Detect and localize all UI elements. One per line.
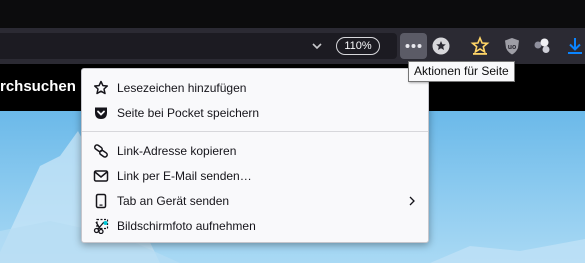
star-icon	[93, 80, 109, 95]
menu-item-email-link[interactable]: Link per E-Mail senden…	[82, 164, 428, 188]
chevron-right-icon	[409, 196, 415, 206]
page-actions-tooltip: Aktionen für Seite	[408, 61, 515, 82]
menu-item-take-screenshot[interactable]: Bildschirmfoto aufnehmen	[82, 214, 428, 238]
chevron-down-icon[interactable]	[309, 38, 325, 54]
menu-separator	[82, 131, 428, 132]
ellipsis-icon	[405, 44, 422, 48]
device-icon	[95, 193, 107, 209]
svg-text:uo: uo	[508, 44, 517, 51]
tab-strip	[0, 0, 585, 28]
link-icon	[94, 144, 108, 158]
bookmark-star-icon[interactable]	[432, 37, 450, 55]
page-heading: rchsuchen	[0, 78, 76, 95]
download-arrow-icon[interactable]	[565, 36, 585, 56]
zoom-level-button[interactable]: 110%	[336, 37, 380, 55]
menu-item-label: Link-Adresse kopieren	[117, 144, 237, 158]
menu-item-send-tab-to-device[interactable]: Tab an Gerät senden	[82, 189, 428, 213]
page-actions-menu: Lesezeichen hinzufügen Seite bei Pocket …	[81, 68, 429, 243]
ublock-shield-icon[interactable]: uo	[502, 36, 522, 56]
bookmarks-star-icon[interactable]	[470, 36, 490, 56]
menu-item-label: Seite bei Pocket speichern	[117, 106, 260, 120]
menu-item-save-to-pocket[interactable]: Seite bei Pocket speichern	[82, 101, 428, 125]
menu-item-label: Tab an Gerät senden	[117, 194, 230, 208]
page-actions-button[interactable]	[400, 33, 427, 59]
email-icon	[93, 170, 109, 182]
screenshot-icon	[93, 218, 109, 234]
extension-blobs-icon[interactable]	[532, 36, 552, 56]
menu-item-add-bookmark[interactable]: Lesezeichen hinzufügen	[82, 76, 428, 100]
menu-item-label: Link per E-Mail senden…	[117, 169, 252, 183]
menu-item-label: Bildschirmfoto aufnehmen	[117, 219, 256, 233]
pocket-icon	[95, 107, 107, 119]
menu-item-copy-link[interactable]: Link-Adresse kopieren	[82, 139, 428, 163]
menu-item-label: Lesezeichen hinzufügen	[117, 81, 247, 95]
